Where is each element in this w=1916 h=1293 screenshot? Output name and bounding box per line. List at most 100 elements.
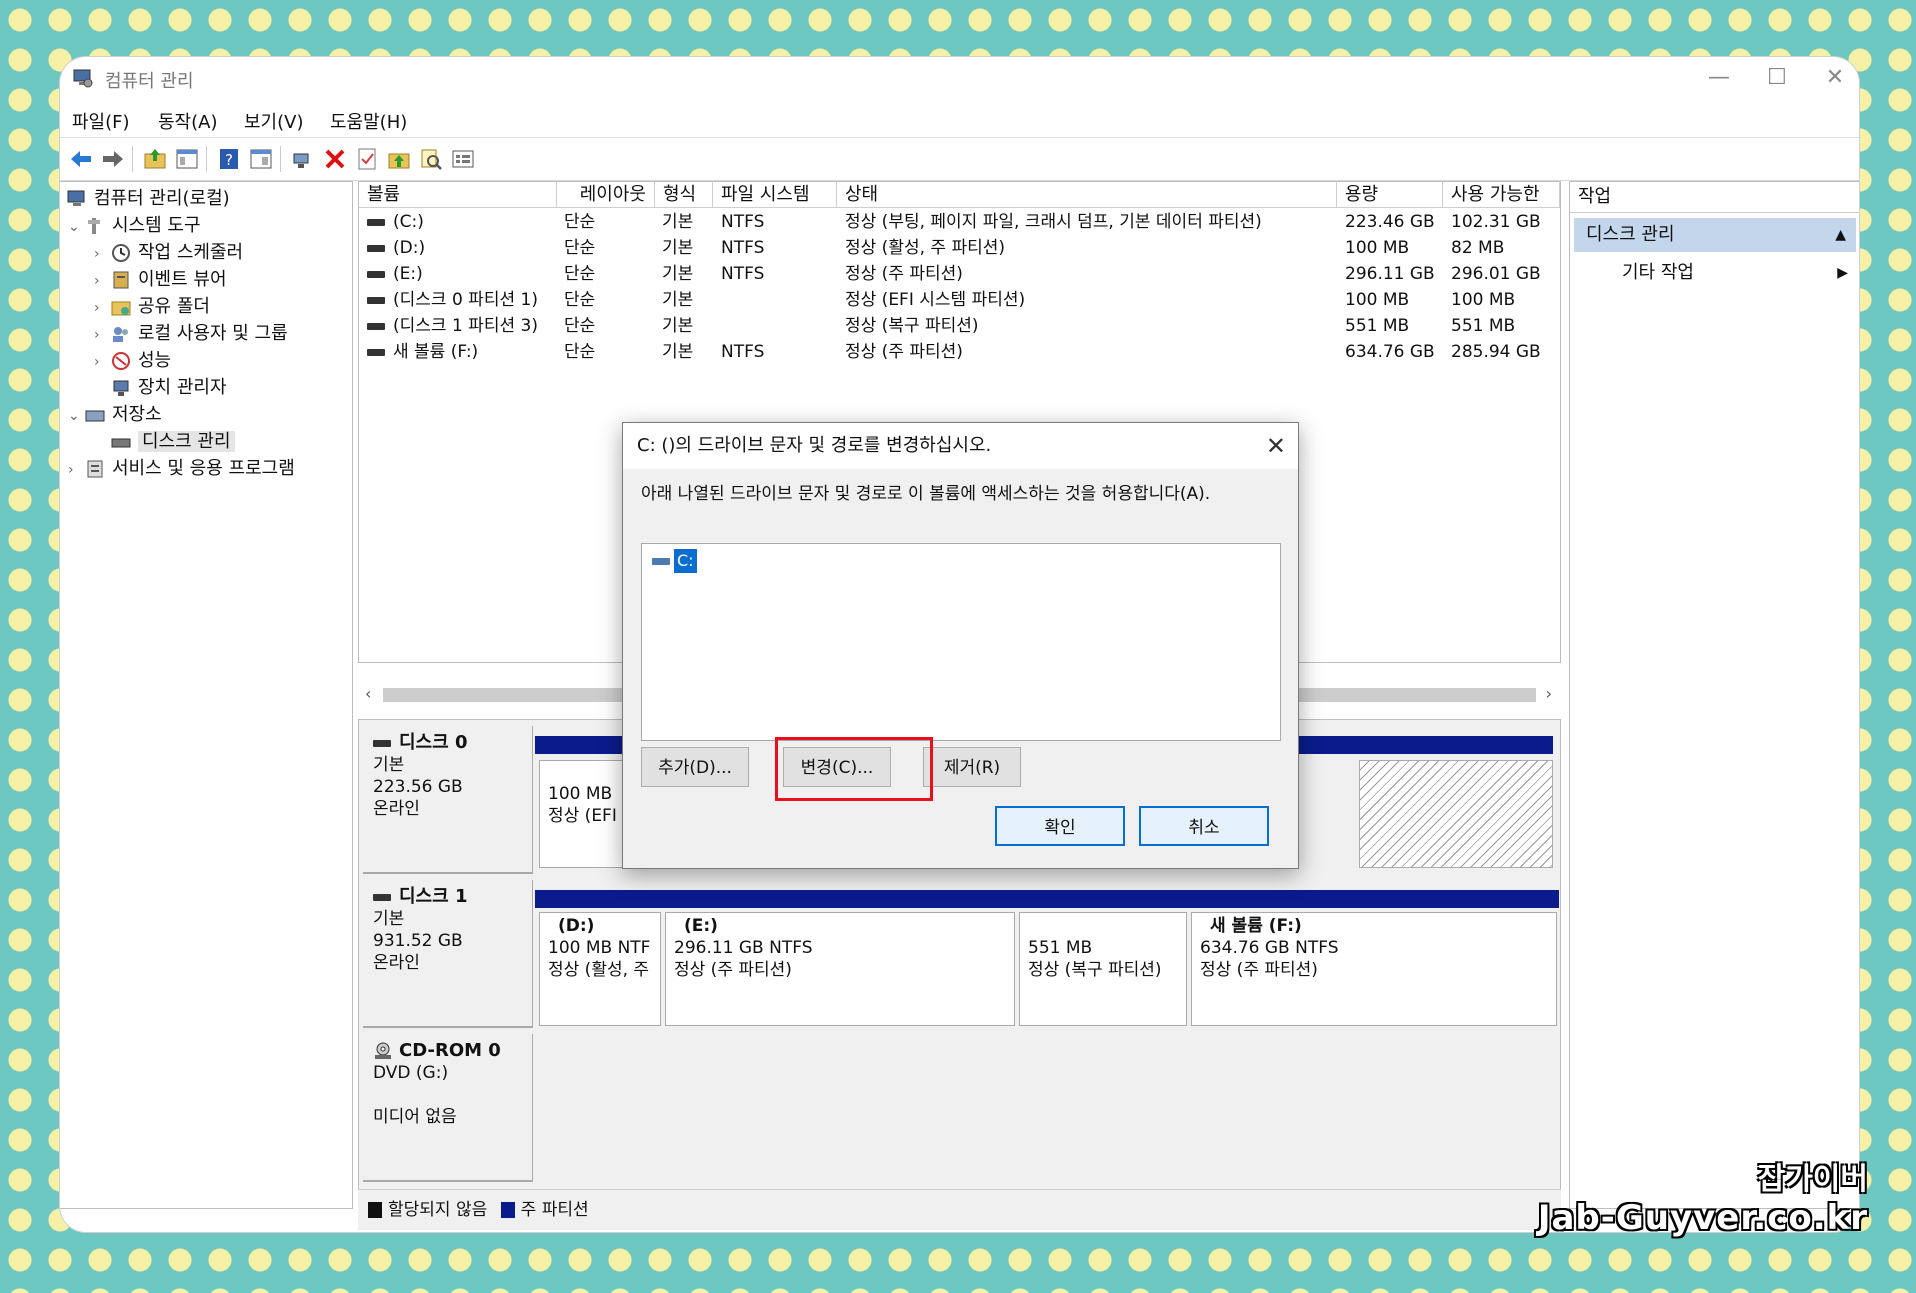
help-icon[interactable]: ? — [216, 146, 242, 172]
forward-icon[interactable] — [100, 146, 126, 172]
tree-item-label: 저장소 — [112, 404, 162, 425]
dialog-close-button[interactable]: ✕ — [1266, 423, 1286, 469]
cdrom-0-label[interactable]: CD-ROM 0 DVD (G:) 미디어 없음 — [363, 1034, 533, 1182]
partition-recovery[interactable]: 551 MB 정상 (복구 파티션) — [1019, 912, 1187, 1026]
tree-root[interactable]: 컴퓨터 관리(로컬) — [66, 186, 230, 212]
volume-status: 정상 (주 파티션) — [845, 264, 963, 284]
dialog-description: 아래 나열된 드라이브 문자 및 경로로 이 볼륨에 액세스하는 것을 허용합니… — [641, 484, 1211, 504]
tree-item-local-users[interactable]: › 로컬 사용자 및 그룹 — [94, 321, 288, 347]
tree-item-services-apps[interactable]: › 서비스 및 응용 프로그램 — [68, 456, 295, 482]
window-title: 컴퓨터 관리 — [105, 71, 194, 92]
users-icon — [113, 327, 128, 342]
ok-button[interactable]: 확인 — [995, 806, 1125, 846]
partition-size: 551 MB — [1028, 938, 1093, 958]
volume-row[interactable]: 새 볼륨 (F:) 단순 기본 NTFS 정상 (주 파티션) 634.76 G… — [359, 339, 1560, 365]
up-folder-icon[interactable] — [142, 146, 168, 172]
collapse-icon[interactable]: ⌄ — [68, 214, 84, 240]
volume-status: 정상 (부팅, 페이지 파일, 크래시 덤프, 기본 데이터 파티션) — [845, 212, 1262, 232]
partition-size: 634.76 GB NTFS — [1200, 938, 1339, 958]
tree-item-shared-folders[interactable]: › 공유 폴더 — [94, 294, 210, 320]
close-window-button[interactable]: ✕ — [1815, 63, 1855, 93]
remove-button[interactable]: 제거(R) — [923, 747, 1021, 787]
volume-name: (디스크 0 파티션 1) — [393, 290, 538, 310]
disk-1-label[interactable]: 디스크 1 기본 931.52 GB 온라인 — [363, 880, 533, 1028]
scroll-right-icon[interactable]: › — [1546, 684, 1552, 703]
tree-item-system-tools[interactable]: ⌄ 시스템 도구 — [68, 213, 201, 239]
more-actions-label: 기타 작업 — [1622, 262, 1694, 283]
partition-status: 정상 (주 파티션) — [1200, 960, 1318, 980]
expand-icon[interactable]: › — [94, 241, 110, 267]
back-icon[interactable] — [68, 146, 94, 172]
import-icon[interactable] — [386, 146, 412, 172]
partition-e[interactable]: (E:) 296.11 GB NTFS 정상 (주 파티션) — [665, 912, 1015, 1026]
disk-0-label[interactable]: 디스크 0 기본 223.56 GB 온라인 — [363, 726, 533, 874]
column-header-volume[interactable]: 볼륨 — [359, 182, 557, 208]
column-header-type[interactable]: 형식 — [655, 182, 713, 208]
expand-icon[interactable]: › — [94, 268, 110, 294]
collapse-arrow-icon[interactable]: ▲ — [1835, 218, 1846, 252]
watermark: 잡가이버 Jab-Guyver.co.kr — [1538, 1162, 1868, 1238]
partition-f[interactable]: 새 볼륨 (F:) 634.76 GB NTFS 정상 (주 파티션) — [1191, 912, 1557, 1026]
cancel-button[interactable]: 취소 — [1139, 806, 1269, 846]
properties-view-icon[interactable] — [248, 146, 274, 172]
add-button[interactable]: 추가(D)... — [641, 747, 749, 787]
column-header-status[interactable]: 상태 — [837, 182, 1337, 208]
check-icon[interactable] — [354, 146, 380, 172]
services-icon — [87, 460, 103, 478]
maximize-button[interactable]: ☐ — [1757, 63, 1797, 93]
drive-path-list[interactable]: C: — [641, 543, 1281, 741]
search-icon[interactable] — [418, 146, 444, 172]
volume-row[interactable]: (D:) 단순 기본 NTFS 정상 (활성, 주 파티션) 100 MB 82… — [359, 235, 1560, 261]
column-header-filesystem[interactable]: 파일 시스템 — [713, 182, 837, 208]
scroll-left-icon[interactable]: ‹ — [365, 684, 371, 703]
minimize-button[interactable]: — — [1699, 63, 1739, 93]
partition-hatched[interactable] — [1359, 760, 1553, 868]
menu-action[interactable]: 동작(A) — [158, 108, 217, 134]
column-header-capacity[interactable]: 용량 — [1337, 182, 1443, 208]
list-icon[interactable] — [450, 146, 476, 172]
drive-icon — [652, 557, 670, 565]
delete-icon[interactable] — [322, 146, 348, 172]
expand-icon[interactable]: › — [94, 349, 110, 375]
expand-icon[interactable]: › — [94, 322, 110, 348]
tree-item-storage[interactable]: ⌄ 저장소 — [68, 402, 162, 428]
volume-row[interactable]: (디스크 0 파티션 1) 단순 기본 정상 (EFI 시스템 파티션) 100… — [359, 287, 1560, 313]
connect-icon[interactable] — [290, 146, 316, 172]
tree-item-disk-management[interactable]: 디스크 관리 — [94, 429, 235, 455]
volume-row[interactable]: (E:) 단순 기본 NTFS 정상 (주 파티션) 296.11 GB 296… — [359, 261, 1560, 287]
tree-item-task-scheduler[interactable]: › 작업 스케줄러 — [94, 240, 243, 266]
menu-view[interactable]: 보기(V) — [244, 108, 303, 134]
tree-item-device-manager[interactable]: 장치 관리자 — [94, 375, 227, 401]
partition-status: 정상 (복구 파티션) — [1028, 960, 1162, 980]
tree-item-label: 서비스 및 응용 프로그램 — [112, 458, 295, 479]
volume-fs: NTFS — [721, 342, 765, 362]
volume-type: 기본 — [662, 212, 694, 232]
expand-icon[interactable]: › — [68, 457, 84, 483]
menu-bar: 파일(F) 동작(A) 보기(V) 도움말(H) — [60, 101, 1859, 138]
highlight-box — [775, 737, 933, 801]
column-header-layout[interactable]: 레이아웃 — [557, 182, 655, 208]
actions-pane: 작업 디스크 관리 ▲ 기타 작업 ▶ — [1569, 181, 1859, 1209]
tree-item-performance[interactable]: › 성능 — [94, 348, 171, 374]
volume-row[interactable]: (디스크 1 파티션 3) 단순 기본 정상 (복구 파티션) 551 MB 5… — [359, 313, 1560, 339]
submenu-arrow-icon[interactable]: ▶ — [1837, 258, 1848, 288]
partition-d[interactable]: (D:) 100 MB NTF 정상 (활성, 주 — [539, 912, 661, 1026]
volume-capacity: 551 MB — [1345, 316, 1410, 336]
column-header-free[interactable]: 사용 가능한 — [1443, 182, 1560, 208]
actions-section-disk-management[interactable]: 디스크 관리 ▲ — [1574, 218, 1856, 252]
volume-row[interactable]: (C:) 단순 기본 NTFS 정상 (부팅, 페이지 파일, 크래시 덤프, … — [359, 209, 1560, 235]
collapse-icon[interactable]: ⌄ — [68, 403, 84, 429]
menu-file[interactable]: 파일(F) — [72, 108, 130, 134]
volume-layout: 단순 — [564, 264, 596, 284]
disk-management-icon — [111, 438, 131, 448]
menu-help[interactable]: 도움말(H) — [330, 108, 407, 134]
toolbar: ? — [60, 138, 1859, 181]
show-tree-icon[interactable] — [174, 146, 200, 172]
more-actions-item[interactable]: 기타 작업 ▶ — [1622, 258, 1848, 288]
tree-item-event-viewer[interactable]: › 이벤트 뷰어 — [94, 267, 227, 293]
volume-capacity: 100 MB — [1345, 238, 1410, 258]
change-drive-letter-dialog: C: ()의 드라이브 문자 및 경로를 변경하십시오. ✕ 아래 나열된 드라… — [622, 422, 1299, 869]
expand-icon[interactable]: › — [94, 295, 110, 321]
list-item[interactable]: C: — [652, 548, 697, 574]
partition-efi[interactable]: 100 MB 정상 (EFI — [539, 760, 629, 868]
